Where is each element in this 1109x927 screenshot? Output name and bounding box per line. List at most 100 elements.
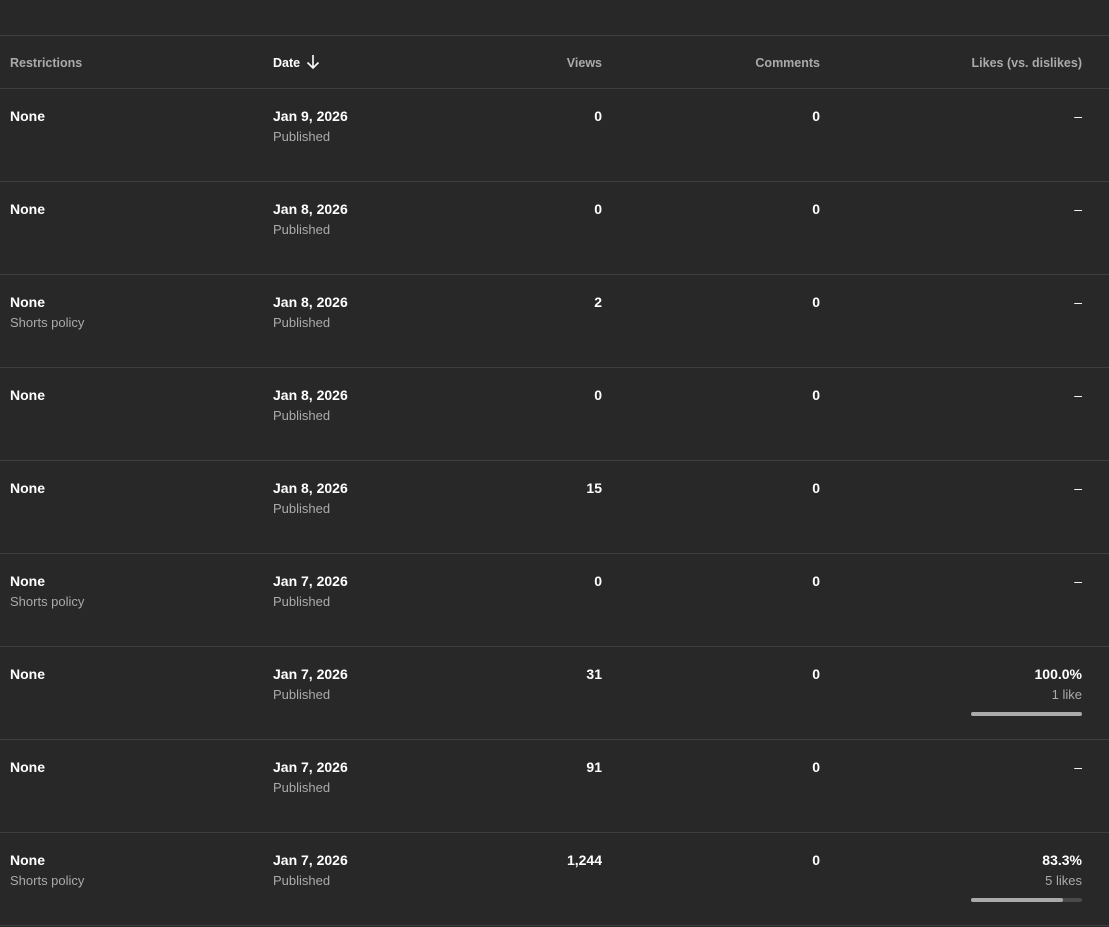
header-date-sort[interactable]: Date xyxy=(273,54,320,72)
likes-percentage: 83.3% xyxy=(1042,852,1082,868)
restriction-cell: None Shorts policy xyxy=(10,293,84,331)
date-value: Jan 8, 2026 xyxy=(273,201,348,217)
views-value: 91 xyxy=(586,759,602,775)
views-value: 0 xyxy=(594,108,602,124)
comments-value: 0 xyxy=(812,666,820,682)
table-row[interactable]: None Jan 8, 2026 Published 0 0 – xyxy=(0,368,1109,461)
date-cell: Jan 7, 2026 Published xyxy=(273,572,348,610)
table-row[interactable]: None Shorts policy Jan 7, 2026 Published 1,2… xyxy=(0,833,1109,926)
visibility-status: Published xyxy=(273,687,331,702)
header-views[interactable]: Views xyxy=(567,54,602,72)
table-row[interactable]: None Jan 8, 2026 Published 15 0 – xyxy=(0,461,1109,554)
restriction-value: None xyxy=(10,759,45,775)
views-cell: 15 xyxy=(586,479,602,497)
restriction-value: None xyxy=(10,294,45,310)
likes-empty: – xyxy=(1074,108,1082,124)
visibility-status: Published xyxy=(273,594,331,609)
likes-cell: – xyxy=(1074,479,1082,497)
views-value: 15 xyxy=(586,480,602,496)
views-value: 0 xyxy=(594,201,602,217)
date-value: Jan 7, 2026 xyxy=(273,759,348,775)
restriction-note[interactable]: Shorts policy xyxy=(10,315,84,331)
comments-cell: 0 xyxy=(812,386,820,404)
likes-count: 1 like xyxy=(1051,687,1082,702)
views-cell: 2 xyxy=(594,293,602,311)
header-likes[interactable]: Likes (vs. dislikes) xyxy=(972,54,1082,72)
date-value: Jan 8, 2026 xyxy=(273,387,348,403)
likes-cell: – xyxy=(1074,386,1082,404)
likes-cell: – xyxy=(1074,758,1082,776)
visibility-status: Published xyxy=(273,873,331,888)
restriction-cell: None xyxy=(10,107,45,125)
restriction-cell: None xyxy=(10,386,45,404)
comments-value: 0 xyxy=(812,387,820,403)
likes-ratio-bar xyxy=(971,898,1082,902)
visibility-status: Published xyxy=(273,408,331,423)
table-row[interactable]: None Jan 7, 2026 Published 31 0 100.0% 1 like xyxy=(0,647,1109,740)
restriction-value: None xyxy=(10,201,45,217)
likes-empty: – xyxy=(1074,480,1082,496)
comments-cell: 0 xyxy=(812,572,820,590)
date-cell: Jan 8, 2026 Published xyxy=(273,479,348,517)
date-value: Jan 7, 2026 xyxy=(273,573,348,589)
date-cell: Jan 8, 2026 Published xyxy=(273,293,348,331)
comments-value: 0 xyxy=(812,852,820,868)
likes-cell: 83.3% 5 likes xyxy=(971,851,1082,902)
restriction-cell: None Shorts policy xyxy=(10,572,84,610)
date-value: Jan 7, 2026 xyxy=(273,666,348,682)
likes-cell: – xyxy=(1074,200,1082,218)
views-value: 0 xyxy=(594,573,602,589)
table-row[interactable]: None Jan 9, 2026 Published 0 0 – xyxy=(0,89,1109,182)
date-cell: Jan 7, 2026 Published xyxy=(273,665,348,703)
visibility-status: Published xyxy=(273,501,331,516)
comments-value: 0 xyxy=(812,573,820,589)
date-cell: Jan 8, 2026 Published xyxy=(273,200,348,238)
restriction-cell: None xyxy=(10,665,45,683)
likes-ratio-fill xyxy=(971,898,1064,902)
content-table: Restrictions Date Views Comments Likes (… xyxy=(0,36,1109,926)
date-cell: Jan 9, 2026 Published xyxy=(273,107,348,145)
views-cell: 0 xyxy=(594,107,602,125)
comments-value: 0 xyxy=(812,480,820,496)
likes-cell: – xyxy=(1074,293,1082,311)
date-cell: Jan 7, 2026 Published xyxy=(273,758,348,796)
table-row[interactable]: None Shorts policy Jan 8, 2026 Published 2 0 – xyxy=(0,275,1109,368)
restriction-note[interactable]: Shorts policy xyxy=(10,873,84,889)
header-comments[interactable]: Comments xyxy=(755,54,820,72)
views-cell: 1,244 xyxy=(567,851,602,869)
restriction-cell: None Shorts policy xyxy=(10,851,84,889)
views-cell: 91 xyxy=(586,758,602,776)
date-cell: Jan 7, 2026 Published xyxy=(273,851,348,889)
views-value: 1,244 xyxy=(566,852,602,868)
top-bar xyxy=(0,0,1109,36)
comments-value: 0 xyxy=(812,759,820,775)
likes-empty: – xyxy=(1074,294,1082,310)
comments-value: 0 xyxy=(812,294,820,310)
likes-cell: – xyxy=(1074,107,1082,125)
views-cell: 0 xyxy=(594,386,602,404)
arrow-down-icon[interactable] xyxy=(306,54,320,70)
likes-empty: – xyxy=(1074,387,1082,403)
comments-cell: 0 xyxy=(812,479,820,497)
date-value: Jan 8, 2026 xyxy=(273,480,348,496)
comments-value: 0 xyxy=(812,108,820,124)
visibility-status: Published xyxy=(273,222,331,237)
restriction-cell: None xyxy=(10,479,45,497)
header-restrictions[interactable]: Restrictions xyxy=(10,54,82,72)
likes-empty: – xyxy=(1074,201,1082,217)
date-value: Jan 8, 2026 xyxy=(273,294,348,310)
likes-empty: – xyxy=(1074,759,1082,775)
restriction-value: None xyxy=(10,573,45,589)
table-row[interactable]: None Jan 8, 2026 Published 0 0 – xyxy=(0,182,1109,275)
comments-cell: 0 xyxy=(812,758,820,776)
restriction-value: None xyxy=(10,108,45,124)
restriction-note[interactable]: Shorts policy xyxy=(10,594,84,610)
restriction-cell: None xyxy=(10,200,45,218)
table-row[interactable]: None Shorts policy Jan 7, 2026 Published 0 0 – xyxy=(0,554,1109,647)
views-cell: 0 xyxy=(594,200,602,218)
table-row[interactable]: None Jan 7, 2026 Published 91 0 – xyxy=(0,740,1109,833)
visibility-status: Published xyxy=(273,315,331,330)
likes-percentage: 100.0% xyxy=(1034,666,1082,682)
restriction-value: None xyxy=(10,387,45,403)
likes-ratio-bar xyxy=(971,712,1082,716)
